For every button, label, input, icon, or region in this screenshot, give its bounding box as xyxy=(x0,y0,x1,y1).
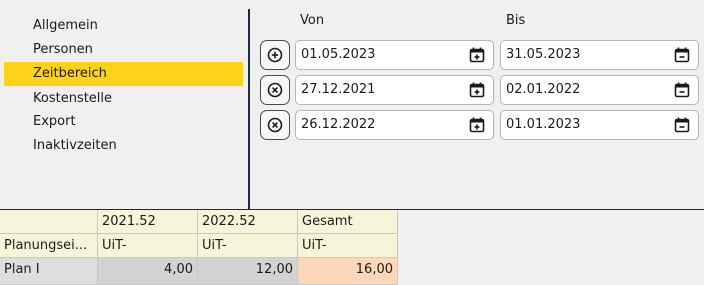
bis-date-field[interactable]: 01.01.2023 xyxy=(500,110,699,140)
grid-header-cell xyxy=(0,210,98,234)
bis-header: Bis xyxy=(506,13,526,28)
calendar-minus-icon[interactable] xyxy=(674,82,690,98)
grid-header-cell[interactable]: 2022.52 xyxy=(198,210,298,234)
bis-date-field[interactable]: 31.05.2023 xyxy=(500,40,699,70)
sidebar-item-inaktivzeiten[interactable]: Inaktivzeiten xyxy=(4,134,243,158)
grid-total-cell: 16,00 xyxy=(298,258,398,285)
grid-header-cell[interactable]: 2021.52 xyxy=(98,210,198,234)
grid-row-label: Plan I xyxy=(0,258,98,285)
grid-cell: UiT- xyxy=(198,234,298,258)
sidebar-item-allgemein[interactable]: Allgemein xyxy=(4,14,243,38)
sidebar-item-personen[interactable]: Personen xyxy=(4,38,243,62)
von-date-value: 01.05.2023 xyxy=(301,47,376,62)
add-range-button[interactable] xyxy=(260,40,290,70)
calendar-plus-icon[interactable] xyxy=(469,117,485,133)
von-date-field[interactable]: 27.12.2021 xyxy=(295,75,494,105)
von-date-field[interactable]: 26.12.2022 xyxy=(295,110,494,140)
grid-cell: UiT- xyxy=(298,234,398,258)
calendar-minus-icon[interactable] xyxy=(674,117,690,133)
von-date-field[interactable]: 01.05.2023 xyxy=(295,40,494,70)
sidebar: Allgemein Personen Zeitbereich Kostenste… xyxy=(0,0,248,209)
sidebar-item-export[interactable]: Export xyxy=(4,110,243,134)
calendar-plus-icon[interactable] xyxy=(469,47,485,63)
bis-date-field[interactable]: 02.01.2022 xyxy=(500,75,699,105)
bis-date-value: 31.05.2023 xyxy=(506,47,581,62)
bis-date-value: 02.01.2022 xyxy=(506,82,581,97)
vertical-divider xyxy=(248,9,250,209)
x-circle-icon xyxy=(267,117,283,133)
grid-row-label: Planungsei... xyxy=(0,234,98,258)
x-circle-icon xyxy=(267,82,283,98)
von-date-value: 27.12.2021 xyxy=(301,82,376,97)
sidebar-item-kostenstelle[interactable]: Kostenstelle xyxy=(4,87,243,111)
von-date-value: 26.12.2022 xyxy=(301,117,376,132)
sidebar-item-zeitbereich[interactable]: Zeitbereich xyxy=(4,62,243,86)
calendar-plus-icon[interactable] xyxy=(469,82,485,98)
grid-header-cell[interactable]: Gesamt xyxy=(298,210,398,234)
bis-date-value: 01.01.2023 xyxy=(506,117,581,132)
plus-circle-icon xyxy=(267,47,283,63)
remove-range-button[interactable] xyxy=(260,75,290,105)
von-header: Von xyxy=(300,13,325,28)
grid-value-cell[interactable]: 12,00 xyxy=(198,258,298,285)
grid-cell: UiT- xyxy=(98,234,198,258)
remove-range-button[interactable] xyxy=(260,110,290,140)
calendar-minus-icon[interactable] xyxy=(674,47,690,63)
grid-value-cell[interactable]: 4,00 xyxy=(98,258,198,285)
